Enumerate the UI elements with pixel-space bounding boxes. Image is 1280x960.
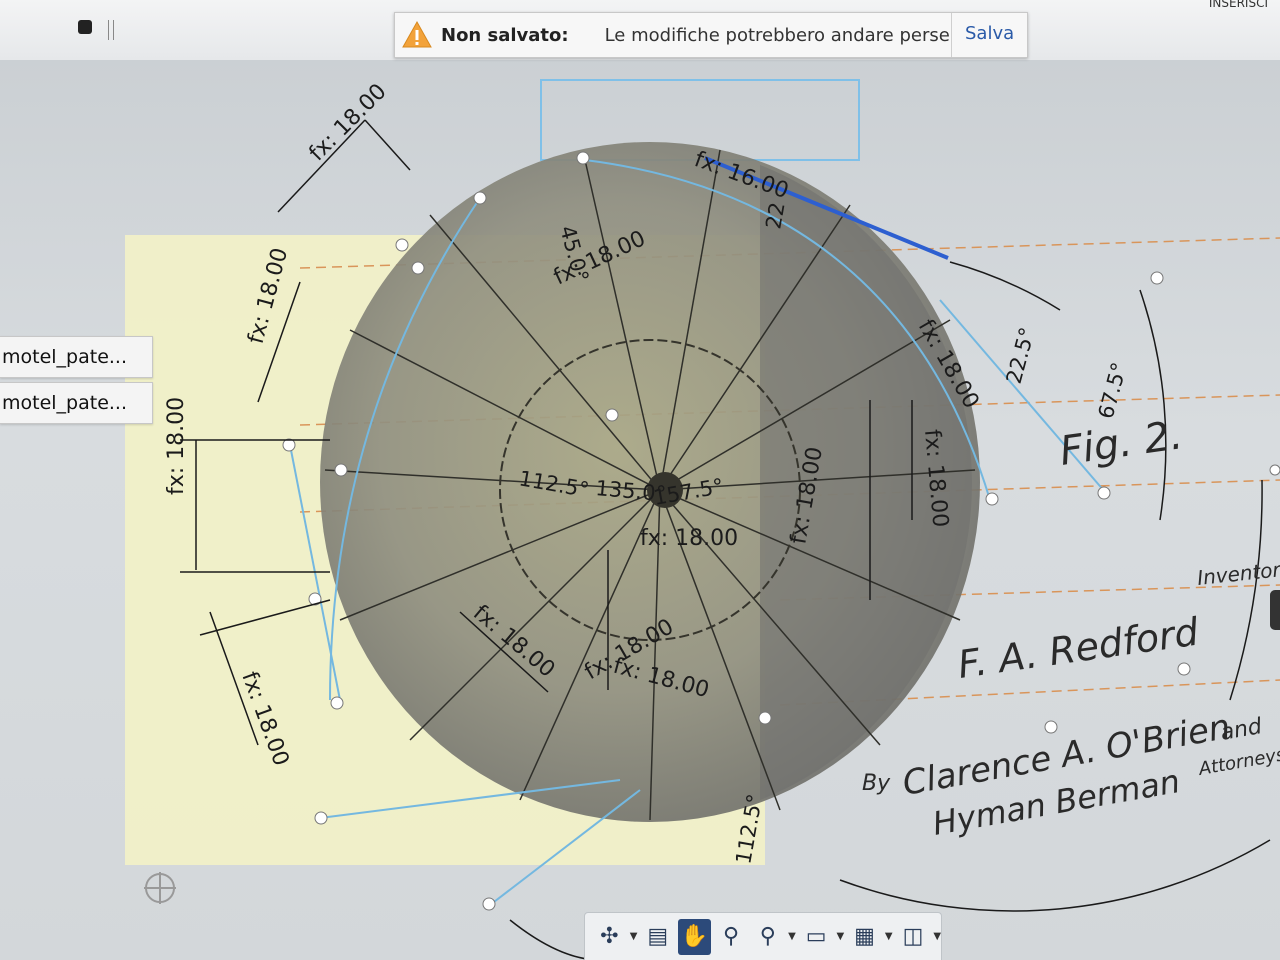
by-label: By: [862, 771, 891, 796]
dim-label-center[interactable]: fx: 18.00: [640, 526, 738, 551]
dim-label-left-middle[interactable]: fx: 18.00: [164, 397, 189, 495]
unsaved-notice: Non salvato: Le modifiche potrebbero and…: [394, 12, 1028, 58]
dim-label-left-upper[interactable]: fx: 18.00: [244, 245, 294, 346]
navigation-target-icon[interactable]: [142, 870, 178, 906]
grid-icon[interactable]: ▦: [848, 919, 881, 955]
angle-label-3[interactable]: 22: [761, 200, 789, 230]
grid-dropdown-icon[interactable]: ▼: [885, 931, 893, 942]
dim-label-top-left[interactable]: fx: 18.00: [305, 79, 392, 166]
pan-icon[interactable]: ✋: [678, 918, 711, 955]
view-toolbar: ✣ ▼ ▤ ✋ ⚲ ⚲ ▼ ▭ ▼ ▦ ▼ ◫ ▼: [584, 912, 942, 960]
inventor-name: F. A. Redford: [955, 610, 1202, 687]
zoom-window-icon[interactable]: ⚲: [715, 919, 748, 955]
notice-message: Le modifiche potrebbero andare perse: [604, 24, 950, 46]
document-tab-1[interactable]: motel_pate...: [0, 336, 153, 378]
scroll-handle[interactable]: [1270, 590, 1280, 630]
orbit-dropdown-icon[interactable]: ▼: [630, 931, 638, 942]
dim-label-left-lower[interactable]: fx: 18.00: [236, 669, 293, 770]
display-icon[interactable]: ▭: [800, 919, 833, 955]
display-dropdown-icon[interactable]: ▼: [837, 931, 845, 942]
view-icon[interactable]: ◫: [897, 919, 930, 955]
orbit-icon[interactable]: ✣: [593, 919, 626, 955]
notice-separator: [951, 13, 952, 57]
angle-label-2[interactable]: 22.5°: [1002, 325, 1040, 387]
save-button[interactable]: Salva: [965, 23, 1014, 44]
notice-title: Non salvato:: [441, 24, 569, 46]
angle-label-4[interactable]: 67.5°: [1094, 360, 1132, 422]
zoom-dropdown-icon[interactable]: ▼: [788, 931, 796, 942]
zoom-icon[interactable]: ⚲: [751, 919, 784, 955]
drawing-svg: fx: 18.00 fx: 18.00 fx: 18.00 fx: 18.00 …: [164, 79, 1280, 960]
view-dropdown-icon[interactable]: ▼: [933, 931, 941, 942]
warning-icon: [402, 20, 432, 48]
document-tab-2[interactable]: motel_pate...: [0, 382, 153, 424]
sheet-icon[interactable]: ▤: [641, 919, 674, 955]
